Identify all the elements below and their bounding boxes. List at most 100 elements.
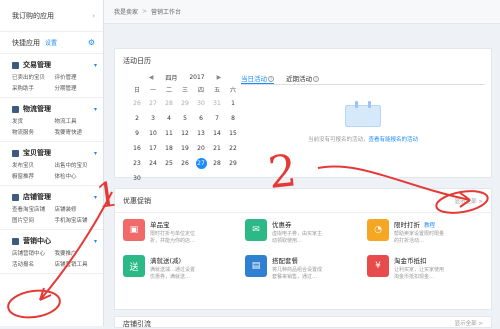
- empty-text: 当前没有可报名的活动，: [307, 137, 369, 143]
- view-activities-link[interactable]: 查看有能报名的活动: [369, 137, 419, 143]
- sidebar-item[interactable]: 我要推广: [55, 249, 98, 257]
- calendar-day[interactable]: 15: [225, 128, 241, 139]
- sidebar-item[interactable]: 出售中的宝贝: [55, 161, 98, 169]
- sidebar-item[interactable]: 采购助手: [12, 84, 55, 92]
- tab-recent-activity[interactable]: 近期活动?: [286, 73, 319, 84]
- tool-description-line: 将几种商品组合设置成: [272, 267, 323, 273]
- calendar-day[interactable]: 3: [145, 113, 161, 124]
- tool-description: 将几种商品组合设置成 套餐来销售，通过…: [272, 267, 322, 281]
- calendar-day[interactable]: 28: [161, 98, 177, 109]
- sidebar-section-header[interactable]: 店铺管理 ▾: [12, 192, 97, 202]
- calendar-day[interactable]: 14: [209, 128, 225, 139]
- sidebar-section-header[interactable]: 宝贝管理 ▾: [12, 148, 97, 158]
- breadcrumb-root[interactable]: 我是卖家: [114, 7, 138, 16]
- sidebar-item[interactable]: 分期管理: [55, 84, 98, 92]
- sidebar-item[interactable]: 店铺装修: [55, 205, 98, 213]
- store-traffic-view-all-link[interactable]: 显示全部 >: [455, 319, 483, 327]
- sidebar-item[interactable]: 发货: [12, 117, 55, 125]
- promotion-tool[interactable]: ✉ 优惠券 虚拟电子券，由买家主 动领取使用…: [245, 219, 361, 245]
- sidebar-item[interactable]: 手机淘宝店铺: [55, 216, 98, 224]
- calendar-day[interactable]: 17: [145, 143, 161, 154]
- tool-description-line: 虚拟电子券，由买家主: [272, 231, 323, 237]
- calendar-day[interactable]: 8: [225, 113, 241, 124]
- breadcrumb: 我是卖家 > 营销工作台: [104, 0, 500, 24]
- section-icon: [12, 105, 19, 113]
- sidebar-section-header[interactable]: 交易管理 ▾: [12, 60, 97, 70]
- calendar-day[interactable]: 28: [209, 158, 225, 169]
- sidebar-item[interactable]: 查看淘宝店铺: [12, 205, 55, 213]
- promotion-tool[interactable]: ▣ 单品宝 限时打折与单位定位 折，并能为你的店…: [123, 219, 239, 245]
- calendar-day[interactable]: 9: [129, 128, 145, 139]
- calendar: ◀ 四月 2017 ▶ 日一二三四五六 26 27 28 29 30 31 1 2 3 4 5 6 7 8 9…: [129, 73, 241, 184]
- sidebar-section-header[interactable]: 营销中心 ▾: [12, 236, 97, 246]
- calendar-day[interactable]: 16: [129, 143, 145, 154]
- calendar-day[interactable]: 31: [209, 98, 225, 109]
- calendar-day[interactable]: 19: [177, 143, 193, 154]
- my-apps-header[interactable]: 我订购的应用 ›: [0, 0, 103, 32]
- calendar-day[interactable]: 23: [129, 158, 145, 169]
- tool-name: 优惠券: [272, 221, 292, 229]
- sidebar-item[interactable]: 店铺营销工具: [55, 260, 98, 268]
- calendar-day[interactable]: 18: [161, 143, 177, 154]
- gear-icon[interactable]: ⚙: [88, 38, 95, 47]
- calendar-day[interactable]: 22: [225, 143, 241, 154]
- calendar-day[interactable]: 26: [177, 158, 193, 169]
- empty-state: 当前没有可报名的活动，查看有能报名的活动: [241, 87, 485, 173]
- chevron-down-icon[interactable]: ▾: [94, 238, 97, 245]
- sidebar-section-title: 物流管理: [23, 105, 51, 113]
- sidebar-section-header[interactable]: 物流管理 ▾: [12, 104, 97, 114]
- tool-name: 限时打折: [394, 221, 420, 229]
- promotion-tool[interactable]: ▤ 搭配套餐 将几种商品组合设置成 套餐来销售，通过…: [245, 255, 361, 281]
- calendar-day-today[interactable]: 27: [195, 158, 207, 169]
- promotions-view-all-link[interactable]: 显示全部 >: [455, 197, 483, 205]
- chevron-down-icon[interactable]: ▾: [94, 62, 97, 69]
- calendar-day[interactable]: 29: [225, 158, 241, 169]
- weekday-label: 二: [165, 87, 172, 94]
- calendar-day[interactable]: 25: [161, 158, 177, 169]
- calendar-day[interactable]: 21: [209, 143, 225, 154]
- chevron-down-icon[interactable]: ▾: [94, 106, 97, 113]
- calendar-day[interactable]: 1: [225, 98, 241, 109]
- calendar-day[interactable]: 20: [193, 143, 209, 154]
- sidebar-item[interactable]: 评价管理: [55, 73, 98, 81]
- calendar-day[interactable]: 30: [129, 173, 145, 184]
- sidebar-item[interactable]: 物流服务: [12, 128, 55, 136]
- calendar-day[interactable]: 5: [177, 113, 193, 124]
- sidebar-item[interactable]: 物流工具: [55, 117, 98, 125]
- chevron-down-icon[interactable]: ▾: [94, 150, 97, 157]
- calendar-day[interactable]: 12: [177, 128, 193, 139]
- tab-today-activity[interactable]: 当日活动?: [241, 73, 274, 84]
- calendar-day[interactable]: 13: [193, 128, 209, 139]
- tool-tutorial-link[interactable]: 教程: [424, 223, 435, 229]
- calendar-day[interactable]: 11: [161, 128, 177, 139]
- calendar-day[interactable]: 24: [145, 158, 161, 169]
- prev-month-icon[interactable]: ◀: [149, 74, 154, 81]
- help-icon[interactable]: ?: [313, 76, 319, 82]
- promotion-tool[interactable]: ◔ 限时打折 教程 帮助卖家设置限时限量 的打折活动…: [367, 219, 483, 245]
- calendar-day[interactable]: 7: [209, 113, 225, 124]
- sidebar-item[interactable]: 体检中心: [55, 172, 98, 180]
- calendar-day[interactable]: 30: [193, 98, 209, 109]
- next-month-icon[interactable]: ▶: [217, 74, 222, 81]
- quick-apps-settings-link[interactable]: 设置: [45, 38, 57, 47]
- chevron-down-icon[interactable]: ▾: [94, 194, 97, 201]
- help-icon[interactable]: ?: [268, 76, 274, 82]
- calendar-day[interactable]: 4: [161, 113, 177, 124]
- calendar-day[interactable]: 6: [193, 113, 209, 124]
- quick-apps-row: 快捷应用 设置 ⚙: [0, 32, 103, 54]
- sidebar-item[interactable]: 发布宝贝: [12, 161, 55, 169]
- sidebar-item[interactable]: 活动报名: [12, 260, 55, 268]
- sidebar-item[interactable]: 图片空间: [12, 216, 55, 224]
- promotion-tool[interactable]: ¥ 淘金币抵扣 让利买家，让买家使用 淘金币抵扣现金…: [367, 255, 483, 281]
- promotion-tool[interactable]: 送 满就送(减) 满就送减…通过设置 优惠券，满就送…: [123, 255, 239, 281]
- sidebar-item[interactable]: 已卖出的宝贝: [12, 73, 55, 81]
- calendar-day[interactable]: 10: [145, 128, 161, 139]
- sidebar-item[interactable]: 我要寄快递: [55, 128, 98, 136]
- sidebar-item[interactable]: 店铺营销中心: [12, 249, 55, 257]
- sidebar-item[interactable]: 橱窗推荐: [12, 172, 55, 180]
- calendar-day[interactable]: 29: [177, 98, 193, 109]
- calendar-day[interactable]: 2: [129, 113, 145, 124]
- tool-name-row: 搭配套餐: [272, 255, 322, 265]
- calendar-day[interactable]: 27: [145, 98, 161, 109]
- calendar-day[interactable]: 26: [129, 98, 145, 109]
